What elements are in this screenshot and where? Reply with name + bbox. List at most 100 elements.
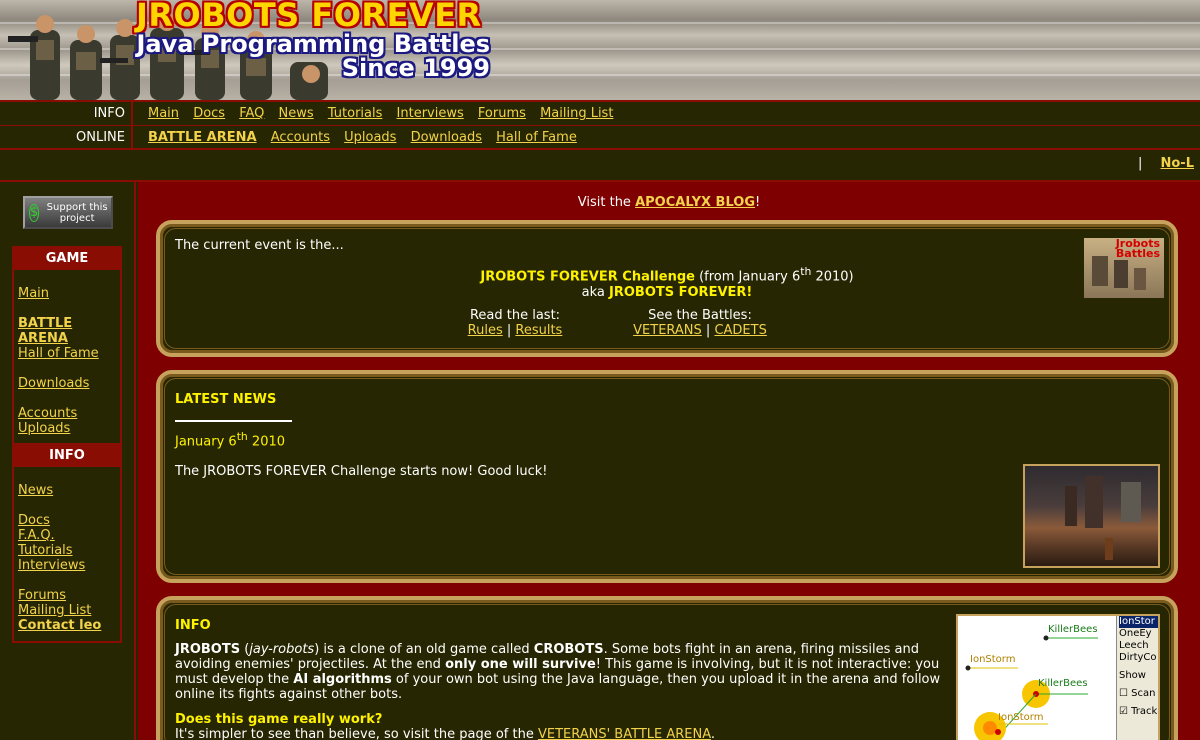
sidebar-item-accounts[interactable]: Accounts	[18, 406, 116, 421]
arena-scene-icon	[1065, 476, 1141, 560]
arena-preview-image[interactable]: KillerBees IonStorm KillerBees IonStorm …	[956, 614, 1160, 740]
veterans-link[interactable]: VETERANS	[633, 323, 702, 338]
news-date-sup: th	[236, 430, 248, 443]
news-divider	[175, 420, 292, 422]
top-navigation: INFO Main Docs FAQ News Tutorials Interv…	[0, 100, 1200, 182]
nav-link-tutorials[interactable]: Tutorials	[328, 106, 383, 121]
info-t2: ) is a clone of an old game called	[314, 642, 534, 657]
veterans-cadets-sep: |	[705, 323, 711, 338]
site-banner: JROBOTS FOREVER Java Programming Battles…	[0, 0, 1200, 100]
sidebar-item-news[interactable]: News	[18, 483, 116, 498]
cadets-link[interactable]: CADETS	[714, 323, 766, 338]
nav-link-docs[interactable]: Docs	[193, 106, 225, 121]
event-read-col: Read the last: Rules | Results	[460, 308, 570, 338]
nav-link-hall-of-fame[interactable]: Hall of Fame	[496, 130, 577, 145]
nav-row-ticker: | No-L	[0, 148, 1200, 180]
info-answer-suffix: .	[710, 727, 716, 740]
main-content: Visit the APOCALYX BLOG! The current eve…	[138, 182, 1200, 740]
news-date-suffix: 2010	[247, 434, 286, 450]
info-answer-prefix: It's simpler to see than believe, so vis…	[175, 727, 538, 740]
event-battles-col: See the Battles: VETERANS | CADETS	[630, 308, 770, 338]
sidebar-info-box: INFO News Docs F.A.Q. Tutorials Intervie…	[12, 443, 122, 643]
event-date-prefix: (from January 6	[694, 269, 801, 285]
blog-prefix: Visit the	[577, 195, 636, 210]
site-since: Since 1999	[341, 54, 490, 82]
info-crobots: CROBOTS	[533, 642, 604, 657]
bot-list-item[interactable]: DirtyCo	[1119, 652, 1158, 664]
nav-link-main[interactable]: Main	[148, 106, 179, 121]
sidebar-item-uploads[interactable]: Uploads	[18, 421, 116, 436]
read-label: Read the last:	[469, 308, 561, 323]
info-card: INFO JROBOTS (jay-robots) is a clone of …	[156, 596, 1178, 740]
event-date-suffix: 2010)	[811, 269, 854, 285]
rules-link[interactable]: Rules	[468, 323, 503, 338]
sidebar-item-docs[interactable]: Docs	[18, 513, 116, 528]
sidebar-item-hall-of-fame[interactable]: Hall of Fame	[18, 346, 116, 361]
site-title: JROBOTS FOREVER	[136, 0, 482, 34]
jrobots-battles-thumbnail[interactable]: Jrobots Battles	[1084, 238, 1164, 298]
rules-results-sep: |	[506, 323, 512, 338]
event-date-sup: th	[800, 265, 812, 278]
news-date-prefix: January 6	[175, 434, 237, 450]
sidebar-game-box: GAME Main BATTLE ARENA Hall of Fame Down…	[12, 246, 122, 446]
sidebar-item-forums[interactable]: Forums	[18, 588, 116, 603]
scan-checkbox[interactable]: ☐ Scan	[1119, 688, 1158, 700]
info-question: Does this game really work?	[175, 712, 383, 727]
apocalyx-blog-link[interactable]: APOCALYX BLOG	[635, 195, 755, 210]
nav-link-faq[interactable]: FAQ	[239, 106, 264, 121]
bot-list: IonStor OneEy Leech DirtyCo Show ☐ Scan …	[1116, 616, 1158, 740]
info-jrobots: JROBOTS	[175, 642, 241, 657]
nav-link-news[interactable]: News	[279, 106, 314, 121]
track-checkbox[interactable]: ☑ Track	[1119, 706, 1158, 718]
news-text: The JROBOTS FOREVER Challenge starts now…	[175, 464, 548, 479]
info-paragraph: JROBOTS (jay-robots) is a clone of an ol…	[175, 642, 945, 702]
info-faq: Does this game really work? It's simpler…	[175, 712, 945, 740]
sidebar-item-mailing-list[interactable]: Mailing List	[18, 603, 116, 618]
event-name: JROBOTS FOREVER Challenge	[480, 269, 695, 285]
support-label: Support this project	[46, 201, 108, 224]
event-title-block: JROBOTS FOREVER Challenge (from January …	[160, 264, 1174, 301]
sidebar-game-header: GAME	[14, 248, 120, 270]
see-battles-label: See the Battles:	[648, 308, 752, 323]
ticker-separator: |	[1137, 156, 1143, 171]
sidebar-item-faq[interactable]: F.A.Q.	[18, 528, 116, 543]
thumbnail-caption: Jrobots Battles	[1115, 238, 1160, 260]
nav-link-interviews[interactable]: Interviews	[397, 106, 464, 121]
info-pronounce: jay-robots	[249, 642, 315, 657]
nav-link-accounts[interactable]: Accounts	[271, 130, 330, 145]
nav-online-label: ONLINE	[0, 126, 133, 148]
nav-link-forums[interactable]: Forums	[478, 106, 526, 121]
results-link[interactable]: Results	[515, 323, 562, 338]
sidebar-item-battle-arena[interactable]: BATTLE ARENA	[18, 316, 116, 346]
scan-label: Scan	[1131, 688, 1156, 699]
bot-list-item[interactable]: Leech	[1119, 640, 1158, 652]
ticker-link[interactable]: No-L	[1161, 156, 1195, 171]
bot-list-item[interactable]: OneEy	[1119, 628, 1158, 640]
event-aka: aka	[581, 285, 610, 301]
info-title: INFO	[175, 618, 211, 633]
bot-tag-ionstorm-2: IonStorm	[998, 712, 1044, 723]
info-survive: only one will survive	[445, 657, 596, 672]
support-project-button[interactable]: $ Support this project	[23, 196, 113, 229]
nav-link-downloads[interactable]: Downloads	[411, 130, 482, 145]
nav-row-info: INFO Main Docs FAQ News Tutorials Interv…	[0, 102, 1200, 125]
bot-tag-killerbees-2: KillerBees	[1038, 678, 1088, 689]
sidebar-item-tutorials[interactable]: Tutorials	[18, 543, 116, 558]
veterans-arena-link[interactable]: VETERANS' BATTLE ARENA	[538, 727, 711, 740]
sidebar-item-interviews[interactable]: Interviews	[18, 558, 116, 573]
bot-list-item[interactable]: IonStor	[1119, 616, 1158, 628]
sidebar-item-main[interactable]: Main	[18, 286, 116, 301]
blog-suffix: !	[755, 195, 761, 210]
nav-link-uploads[interactable]: Uploads	[344, 130, 396, 145]
nav-info-label: INFO	[0, 102, 133, 125]
show-label: Show	[1119, 670, 1146, 681]
info-ai: AI algorithms	[293, 672, 392, 687]
nav-link-battle-arena[interactable]: BATTLE ARENA	[148, 130, 257, 145]
nav-link-mailing-list[interactable]: Mailing List	[540, 106, 613, 121]
sidebar-item-contact[interactable]: Contact leo	[18, 618, 116, 633]
news-title: LATEST NEWS	[175, 392, 277, 407]
news-screenshot-image[interactable]	[1023, 464, 1160, 568]
bot-tag-ionstorm-1: IonStorm	[970, 654, 1016, 665]
sidebar-item-downloads[interactable]: Downloads	[18, 376, 116, 391]
blog-notice: Visit the APOCALYX BLOG!	[138, 195, 1200, 210]
